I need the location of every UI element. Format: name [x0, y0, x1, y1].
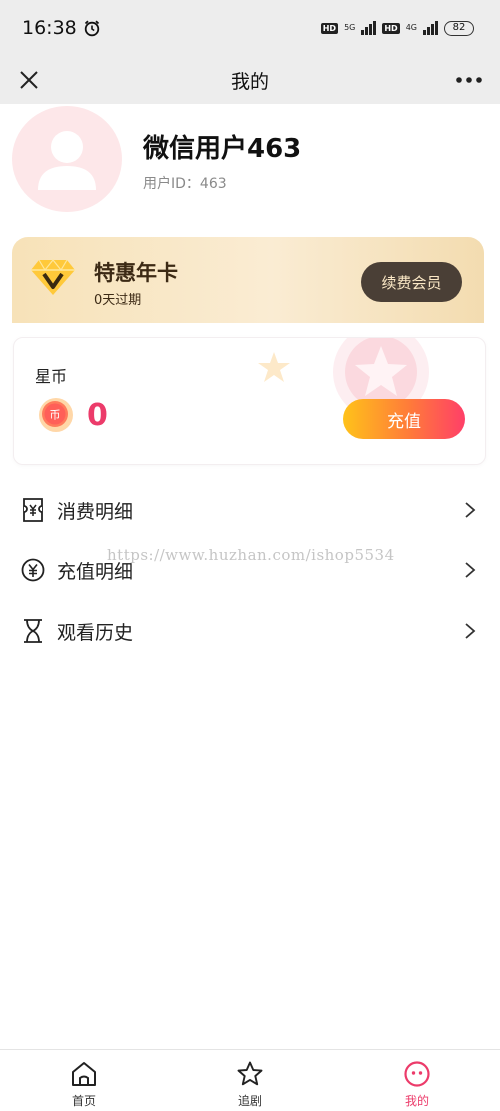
vip-title: 特惠年卡 — [94, 261, 178, 285]
battery-icon: 82 — [444, 20, 474, 36]
coin-icon: 币 — [39, 398, 73, 432]
user-id: 用户ID：463 — [143, 176, 227, 192]
diamond-v-icon — [31, 259, 75, 295]
network-5g: 5G — [344, 24, 355, 32]
hd-badge: HD — [320, 22, 339, 34]
nav-bar: 我的 — [0, 56, 500, 104]
network-5g-label: 5G — [344, 23, 356, 32]
renew-membership-button[interactable]: 续费会员 — [361, 262, 462, 302]
vip-expiry: 0天过期 — [94, 293, 142, 308]
tab-home-label: 首页 — [71, 1094, 96, 1108]
receipt-icon — [23, 498, 43, 522]
close-icon[interactable] — [14, 65, 44, 95]
signal-icon — [423, 21, 438, 35]
small-star-decoration-icon — [258, 352, 290, 382]
recharge-button[interactable]: 充值 — [343, 399, 465, 439]
star-icon — [237, 1061, 263, 1086]
menu-label-consumption: 消费明细 — [57, 500, 134, 523]
tab-following[interactable]: 追剧 — [200, 1050, 300, 1111]
tab-mine-label: 我的 — [404, 1094, 429, 1108]
chevron-right-icon — [465, 562, 476, 578]
coin-card: 星币 币 0 充值 — [13, 337, 486, 465]
status-indicators: HD 5G HD 4G 82 — [320, 20, 474, 36]
coin-label: 星币 — [35, 367, 68, 386]
network-4g-label: 4G — [405, 23, 417, 32]
signal-icon — [361, 21, 377, 35]
chevron-right-icon — [465, 623, 476, 639]
alarm-icon — [84, 20, 99, 37]
watermark-text: https://www.huzhan.com/ishop5534 — [107, 546, 395, 564]
chevron-right-icon — [465, 502, 476, 518]
tab-mine[interactable]: 我的 — [367, 1050, 467, 1111]
coin-balance: 0 — [87, 398, 108, 433]
status-time: 16:38 — [22, 17, 77, 39]
status-time-group: 16:38 — [22, 17, 101, 39]
smile-icon — [404, 1061, 430, 1087]
page-title: 我的 — [230, 70, 269, 93]
menu-item-watch-history[interactable]: 观看历史 — [0, 602, 500, 660]
status-bar: 16:38 HD 5G HD 4G 82 — [0, 0, 500, 56]
hd-badge: HD — [382, 22, 400, 34]
avatar[interactable] — [12, 106, 122, 212]
username: 微信用户463 — [143, 134, 302, 164]
hourglass-icon — [24, 619, 42, 643]
home-icon — [72, 1062, 96, 1086]
tab-home[interactable]: 首页 — [34, 1050, 134, 1111]
more-icon[interactable] — [452, 65, 486, 95]
tab-bar: 首页 追剧 我的 — [0, 1049, 500, 1111]
coin-glyph: 币 — [50, 409, 61, 422]
menu-item-consumption[interactable]: 消费明细 — [0, 481, 500, 539]
network-4g: 4G — [406, 24, 417, 32]
yuan-circle-icon — [21, 558, 45, 582]
tab-following-label: 追剧 — [237, 1094, 262, 1108]
menu-label-watch-history: 观看历史 — [57, 621, 134, 644]
user-avatar-icon — [38, 131, 96, 190]
vip-card[interactable]: 特惠年卡 0天过期 续费会员 — [12, 237, 484, 323]
